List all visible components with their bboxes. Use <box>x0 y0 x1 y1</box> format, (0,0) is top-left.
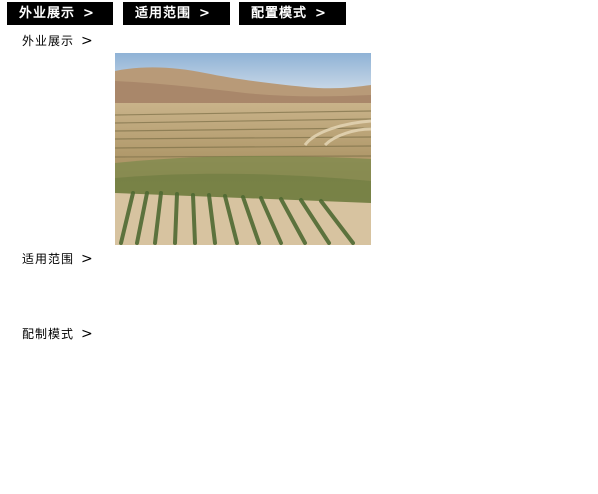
tab-field-display[interactable]: 外业展示 > <box>7 2 113 25</box>
chevron-right-icon: > <box>83 6 95 21</box>
chevron-right-icon: > <box>199 6 211 21</box>
section-heading-scope: 适用范围 > <box>22 250 94 267</box>
section-heading-text: 外业展示 <box>22 34 75 48</box>
section-heading-configuration-mode: 配制模式 > <box>22 325 94 342</box>
field-landscape-photo <box>115 53 371 245</box>
tab-label: 适用范围 <box>135 6 192 21</box>
chevron-right-icon: > <box>81 251 94 267</box>
tab-configuration-mode[interactable]: 配置模式 > <box>239 2 346 25</box>
section-heading-field-display: 外业展示 > <box>22 32 94 49</box>
section-heading-text: 适用范围 <box>22 252 75 266</box>
tab-label: 外业展示 <box>19 6 76 21</box>
chevron-right-icon: > <box>81 326 94 342</box>
tab-scope[interactable]: 适用范围 > <box>123 2 230 25</box>
section-heading-text: 配制模式 <box>22 327 75 341</box>
chevron-right-icon: > <box>81 33 94 49</box>
chevron-right-icon: > <box>315 6 327 21</box>
tab-label: 配置模式 <box>251 6 308 21</box>
